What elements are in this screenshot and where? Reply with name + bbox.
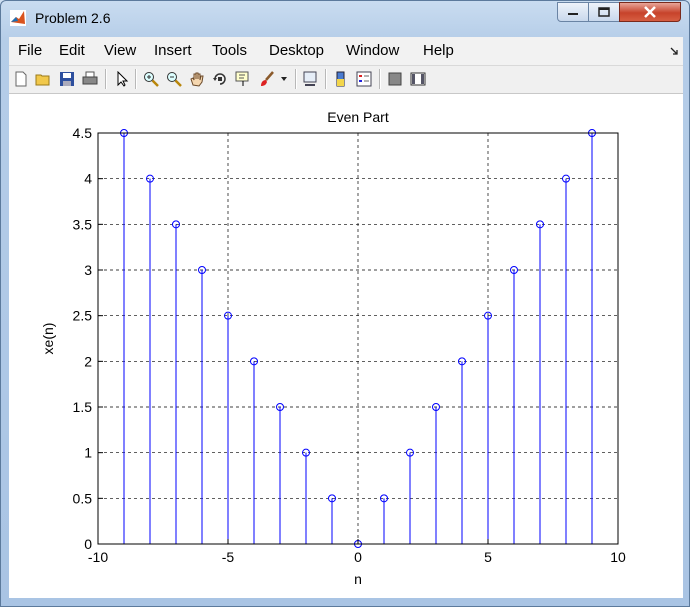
window-title: Problem 2.6 — [35, 10, 111, 26]
y-tick-label: 3.5 — [73, 216, 93, 232]
y-tick-label: 4 — [84, 171, 92, 187]
toolbar-separator — [325, 69, 327, 89]
y-tick-label: 1.5 — [73, 399, 93, 415]
y-tick-label: 0.5 — [73, 490, 93, 506]
figure-canvas: -10 -5 0 5 10 0 0.5 1 1.5 2 2.5 3 3.5 4 4.5 Even Part … — [9, 94, 683, 598]
x-tick-label: 0 — [354, 549, 362, 565]
menu-window[interactable]: Window — [346, 42, 399, 59]
figure-toolbar — [9, 66, 683, 94]
chart-title: Even Part — [327, 109, 389, 125]
legend-icon[interactable] — [355, 70, 373, 88]
toolbar-separator — [379, 69, 381, 89]
close-icon — [644, 6, 656, 18]
menu-insert[interactable]: Insert — [154, 42, 192, 59]
y-tick-label: 1 — [84, 445, 92, 461]
pan-icon[interactable] — [188, 70, 206, 88]
toolbar-separator — [295, 69, 297, 89]
menu-tools[interactable]: Tools — [212, 42, 247, 59]
menu-help[interactable]: Help — [423, 42, 454, 59]
link-plot-icon[interactable] — [301, 70, 319, 88]
x-tick-label: -5 — [222, 549, 235, 565]
pointer-icon[interactable] — [113, 70, 131, 88]
y-tick-label: 2.5 — [73, 308, 93, 324]
toolbar-separator — [105, 69, 107, 89]
x-axis-label: n — [354, 571, 362, 587]
menu-desktop[interactable]: Desktop — [269, 42, 324, 59]
dropdown-arrow-icon[interactable] — [279, 70, 289, 88]
maximize-icon — [598, 7, 610, 17]
y-tick-label: 0 — [84, 536, 92, 552]
minimize-icon — [568, 13, 578, 15]
menu-bar: File Edit View Insert Tools Desktop Wind… — [9, 37, 683, 66]
menu-edit[interactable]: Edit — [59, 42, 85, 59]
zoom-in-icon[interactable] — [142, 70, 160, 88]
hide-plot-tools-icon[interactable] — [386, 70, 404, 88]
minimize-button[interactable] — [557, 2, 589, 22]
menu-view[interactable]: View — [104, 42, 136, 59]
toolbar-separator — [135, 69, 137, 89]
maximize-button[interactable] — [588, 2, 620, 22]
y-tick-label: 3 — [84, 262, 92, 278]
data-cursor-icon[interactable] — [234, 70, 252, 88]
y-axis-label: xe(n) — [40, 323, 56, 355]
x-tick-label: 10 — [610, 549, 626, 565]
menu-file[interactable]: File — [18, 42, 42, 59]
open-file-icon[interactable] — [34, 70, 52, 88]
x-tick-label: 5 — [484, 549, 492, 565]
save-icon[interactable] — [58, 70, 76, 88]
zoom-out-icon[interactable] — [165, 70, 183, 88]
title-bar[interactable]: Problem 2.6 — [1, 1, 689, 35]
matlab-icon — [10, 10, 26, 26]
stem-plot: -10 -5 0 5 1000.511.522.533.544.5 Even Part … — [40, 109, 626, 587]
close-button[interactable] — [619, 2, 681, 22]
y-tick-label: 4.5 — [73, 125, 93, 141]
y-tick-label: 2 — [84, 353, 92, 369]
print-icon[interactable] — [81, 70, 99, 88]
show-plot-tools-icon[interactable] — [409, 70, 427, 88]
new-figure-icon[interactable] — [12, 70, 30, 88]
rotate-3d-icon[interactable] — [211, 70, 229, 88]
brush-icon[interactable] — [258, 70, 276, 88]
dock-arrow-icon[interactable] — [669, 46, 679, 56]
figure-window: Problem 2.6 File Edit View Insert Tools … — [0, 0, 690, 607]
colorbar-icon[interactable] — [332, 70, 350, 88]
